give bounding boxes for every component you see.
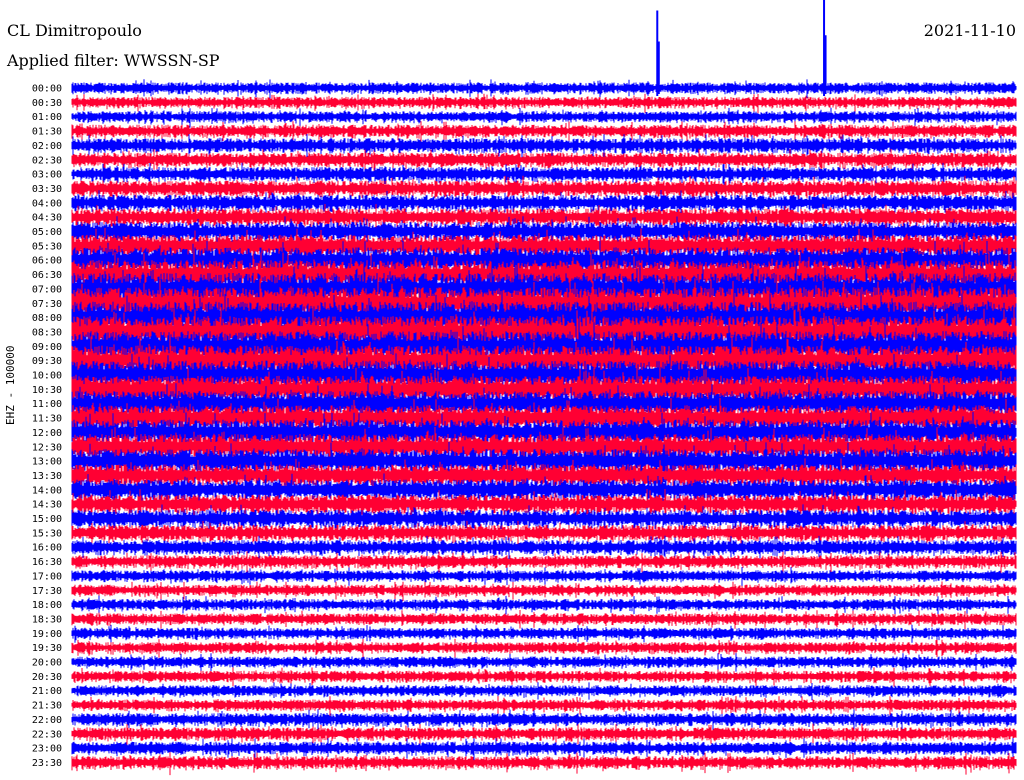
y-tick-label: 11:30 (32, 414, 62, 425)
trace-row-0230 (71, 148, 1017, 173)
y-tick-label: 10:00 (32, 371, 62, 382)
y-tick-label: 21:30 (32, 701, 62, 712)
y-tick-label: 12:30 (32, 442, 62, 453)
y-tick-label: 06:30 (32, 270, 62, 281)
trace-row-2300 (71, 738, 1017, 761)
trace-row-1700 (71, 567, 1017, 586)
trace-row-2330 (71, 752, 1017, 776)
y-tick-label: 09:30 (32, 356, 62, 367)
y-tick-label: 19:00 (32, 629, 62, 640)
y-tick-layer: 00:00 00:30 01:00 01:30 02:00 02:30 03:00 03:30… (32, 84, 62, 769)
trace-row-1730 (71, 581, 1017, 602)
y-tick-label: 23:00 (32, 744, 62, 755)
y-tick-label: 03:00 (32, 170, 62, 181)
y-tick-label: 08:00 (32, 313, 62, 324)
helicorder-plot: 00:00 00:30 01:00 01:30 02:00 02:30 03:00 03:30… (32, 0, 1017, 776)
trace-row-2030 (71, 667, 1017, 687)
event-spike-0 (656, 10, 660, 96)
y-tick-label: 21:00 (32, 686, 62, 697)
y-tick-label: 16:30 (32, 557, 62, 568)
y-tick-label: 13:30 (32, 471, 62, 482)
y-tick-label: 19:30 (32, 643, 62, 654)
y-tick-label: 08:30 (32, 327, 62, 338)
y-tick-label: 20:30 (32, 672, 62, 683)
y-tick-label: 01:30 (32, 127, 62, 138)
y-tick-label: 14:30 (32, 500, 62, 511)
y-tick-label: 18:30 (32, 614, 62, 625)
y-tick-label: 00:00 (32, 84, 62, 95)
y-tick-label: 22:30 (32, 729, 62, 740)
y-tick-label: 04:30 (32, 213, 62, 224)
y-tick-label: 03:30 (32, 184, 62, 195)
y-tick-label: 16:00 (32, 543, 62, 554)
y-tick-label: 04:00 (32, 198, 62, 209)
y-tick-label: 02:30 (32, 155, 62, 166)
y-tick-label: 13:00 (32, 457, 62, 468)
trace-row-1800 (71, 595, 1017, 616)
y-tick-label: 10:30 (32, 385, 62, 396)
y-tick-label: 06:00 (32, 256, 62, 267)
y-tick-label: 11:00 (32, 399, 62, 410)
y-tick-label: 17:00 (32, 571, 62, 582)
y-tick-label: 17:30 (32, 586, 62, 597)
trace-layer (71, 0, 1017, 776)
y-tick-label: 20:00 (32, 658, 62, 669)
y-tick-label: 12:00 (32, 428, 62, 439)
y-tick-label: 22:00 (32, 715, 62, 726)
trace-row-0000 (71, 79, 1017, 99)
y-tick-label: 15:00 (32, 514, 62, 525)
y-tick-label: 02:00 (32, 141, 62, 152)
y-tick-label: 14:00 (32, 485, 62, 496)
event-spike-1 (823, 0, 827, 96)
y-tick-label: 05:00 (32, 227, 62, 238)
y-tick-label: 18:00 (32, 600, 62, 611)
y-tick-label: 23:30 (32, 758, 62, 769)
trace-row-1900 (71, 624, 1017, 645)
y-tick-label: 15:30 (32, 528, 62, 539)
trace-row-0100 (71, 107, 1017, 128)
y-tick-label: 05:30 (32, 241, 62, 252)
trace-row-1830 (71, 610, 1017, 630)
trace-row-0030 (71, 93, 1017, 114)
y-tick-label: 07:30 (32, 299, 62, 310)
y-tick-label: 00:30 (32, 98, 62, 109)
y-tick-label: 07:00 (32, 284, 62, 295)
y-tick-label: 09:00 (32, 342, 62, 353)
y-tick-label: 01:00 (32, 112, 62, 123)
trace-row-1930 (71, 638, 1017, 659)
trace-row-2230 (71, 723, 1017, 746)
